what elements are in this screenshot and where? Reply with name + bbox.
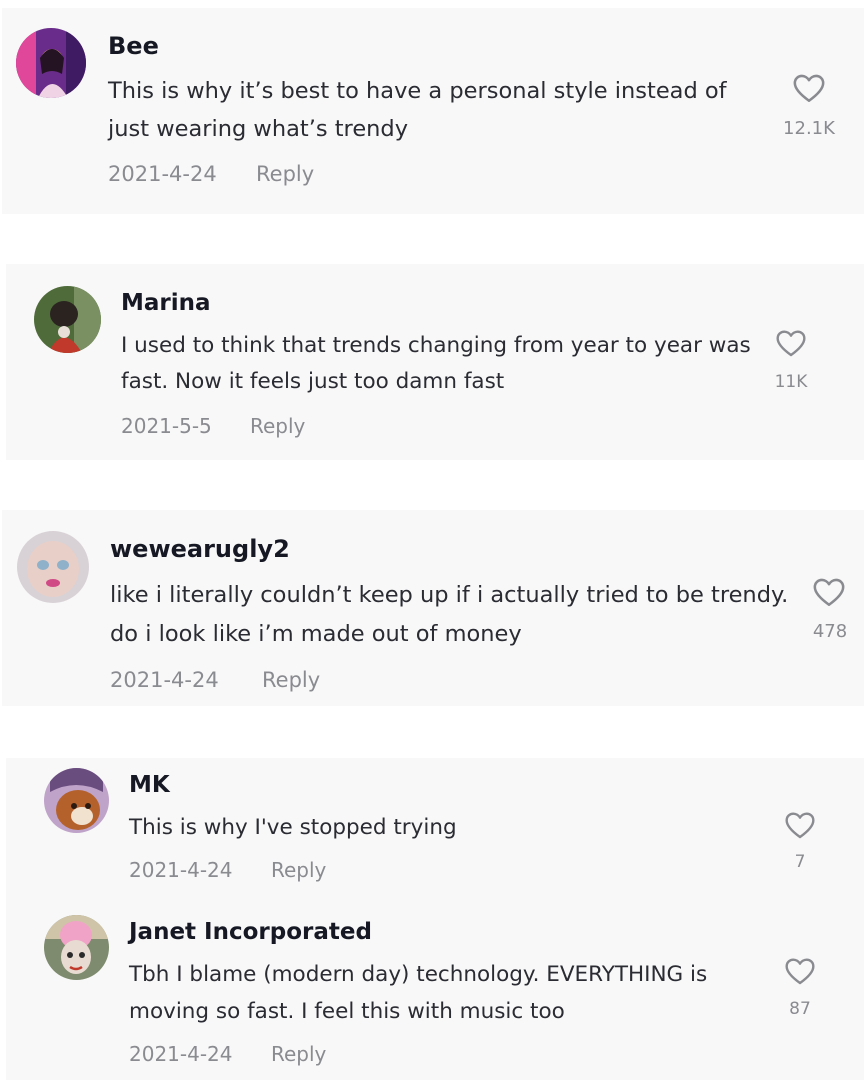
avatar[interactable] bbox=[34, 286, 101, 353]
reply-button[interactable]: Reply bbox=[271, 1042, 326, 1066]
comment-author[interactable]: Bee bbox=[108, 32, 159, 60]
like-count: 11K bbox=[774, 372, 808, 392]
comment-date: 2021-4-24 bbox=[108, 162, 217, 186]
reply-button[interactable]: Reply bbox=[262, 668, 320, 692]
comment-date: 2021-4-24 bbox=[110, 668, 219, 692]
like-count: 87 bbox=[789, 999, 811, 1019]
comment-date: 2021-5-5 bbox=[121, 414, 212, 438]
comment-author[interactable]: Marina bbox=[121, 290, 211, 316]
avatar[interactable] bbox=[44, 768, 109, 833]
avatar[interactable] bbox=[16, 28, 86, 98]
like-count: 12.1K bbox=[783, 118, 835, 139]
avatar[interactable] bbox=[44, 915, 109, 980]
like-count: 478 bbox=[812, 621, 848, 642]
heart-outline-icon[interactable] bbox=[784, 956, 816, 986]
reply-button[interactable]: Reply bbox=[250, 414, 305, 438]
comment-text: Tbh I blame (modern day) technology. EVE… bbox=[129, 962, 708, 1024]
avatar[interactable] bbox=[17, 531, 89, 603]
comment-author[interactable]: MK bbox=[129, 772, 170, 798]
heart-outline-icon[interactable] bbox=[775, 328, 807, 358]
comment-text: I used to think that trends changing fro… bbox=[121, 333, 751, 394]
heart-outline-icon[interactable] bbox=[812, 576, 846, 608]
heart-outline-icon[interactable] bbox=[792, 72, 826, 104]
comment-text: like i literally couldn’t keep up if i a… bbox=[110, 582, 789, 647]
comment-date: 2021-4-24 bbox=[129, 1042, 233, 1066]
comment-text: This is why I've stopped trying bbox=[129, 815, 457, 840]
comment-author[interactable]: wewearugly2 bbox=[110, 535, 290, 563]
comment-author[interactable]: Janet Incorporated bbox=[129, 919, 372, 945]
comment-text: This is why it’s best to have a personal… bbox=[108, 78, 727, 142]
reply-button[interactable]: Reply bbox=[256, 162, 314, 186]
heart-outline-icon[interactable] bbox=[784, 810, 816, 840]
reply-button[interactable]: Reply bbox=[271, 858, 326, 882]
comment-date: 2021-4-24 bbox=[129, 858, 233, 882]
like-count: 7 bbox=[794, 852, 806, 872]
